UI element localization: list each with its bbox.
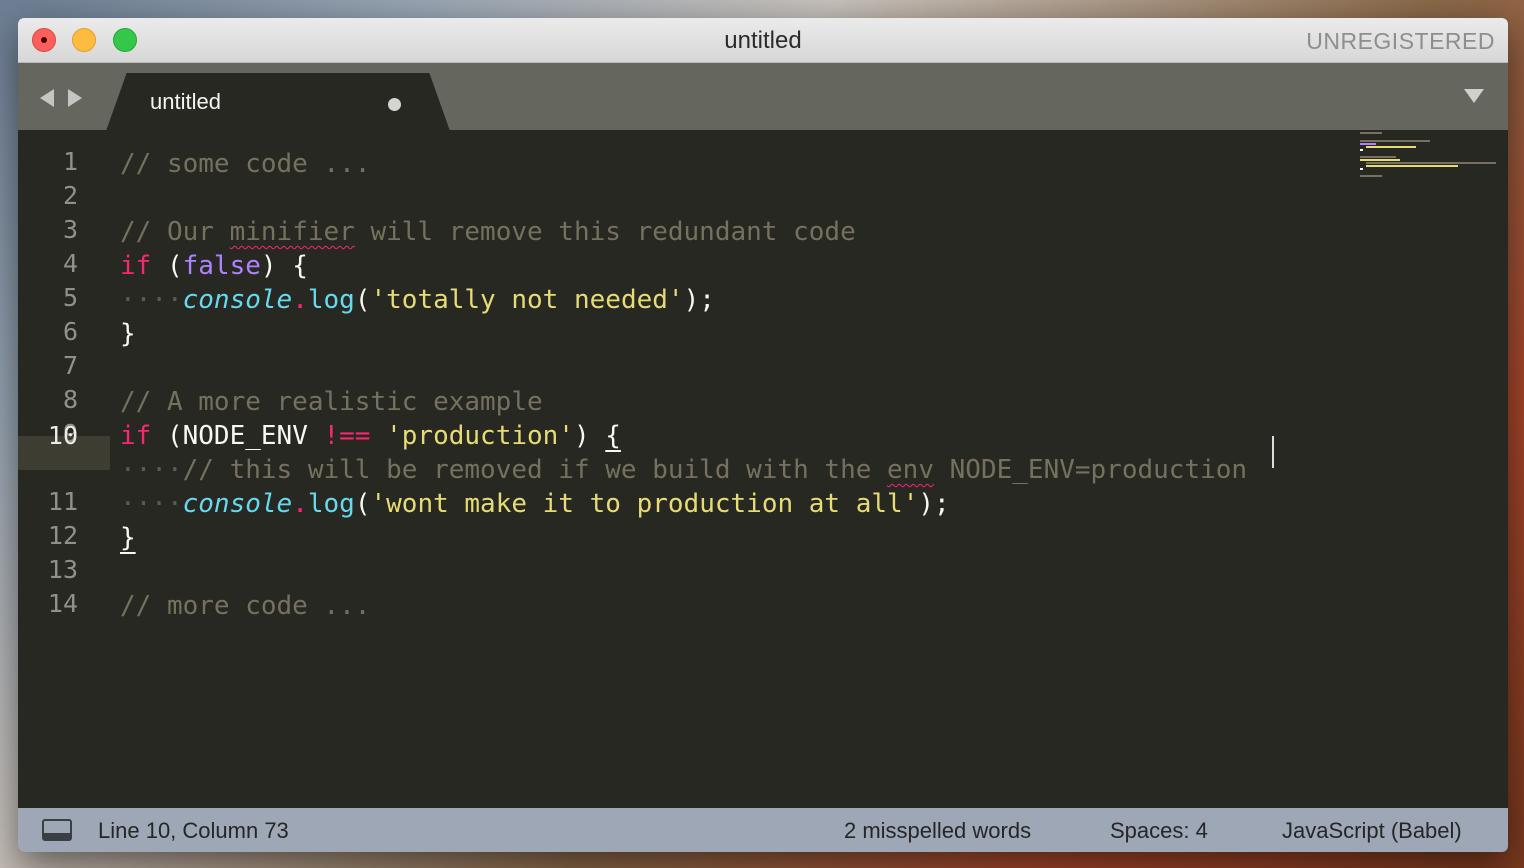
registration-status[interactable]: UNREGISTERED (1306, 28, 1495, 55)
punctuation: ( (151, 251, 183, 281)
punctuation: } (120, 319, 136, 349)
line-number-active: 10 (47, 421, 78, 450)
code-line-9: if (NODE_ENV !== 'production') { (120, 419, 621, 453)
comment: // some code ... (120, 149, 371, 179)
tab-label: untitled (150, 89, 221, 114)
code-line-1: // some code ... (120, 147, 370, 181)
line-number: 2 (62, 181, 78, 210)
line-number: 14 (47, 589, 78, 618)
minimap[interactable] (1360, 130, 1500, 200)
window-title: untitled (724, 27, 802, 54)
operator: !== (323, 421, 371, 451)
minimap-line (1366, 146, 1416, 148)
comment: NODE_ENV=production (934, 455, 1248, 485)
indent-whitespace: ···· (120, 285, 183, 315)
unsaved-dot-icon[interactable] (388, 98, 401, 111)
minimap-line (1366, 162, 1496, 164)
line-number: 11 (47, 487, 78, 516)
forward-arrow-icon[interactable] (68, 89, 82, 107)
tab-bar: untitled (18, 63, 1508, 131)
keyword: if (120, 251, 152, 281)
line-number: 13 (47, 555, 78, 584)
minimap-line (1360, 132, 1382, 134)
comment: will remove this redundant code (354, 217, 856, 247)
panel-toggle-icon[interactable] (42, 819, 72, 841)
indentation-setting[interactable]: Spaces: 4 (1110, 818, 1208, 844)
minimap-line (1366, 165, 1458, 167)
minimap-line (1360, 175, 1382, 177)
code-line-12: } (120, 521, 136, 555)
punctuation: ); (683, 285, 715, 315)
comment: // A more realistic example (120, 387, 543, 417)
punctuation: ) (573, 421, 606, 451)
spelling-status[interactable]: 2 misspelled words (844, 818, 1031, 844)
minimap-line (1360, 159, 1400, 161)
string: 'totally not needed' (370, 285, 684, 315)
code-line-4: if (false) { (120, 249, 308, 283)
code-line-10: ····// this will be removed if we build … (120, 453, 1247, 487)
punctuation: ( (354, 285, 371, 315)
line-number: 8 (62, 385, 78, 414)
code-content[interactable]: // some code ... // Our minifier will re… (120, 130, 1247, 820)
line-number: 5 (62, 283, 78, 312)
string: 'wont make it to production at all' (370, 489, 919, 519)
comment: // this will be removed if we build with… (182, 455, 888, 485)
matched-brace: } (120, 523, 136, 553)
minimap-line (1360, 140, 1430, 142)
syntax-selector[interactable]: JavaScript (Babel) (1282, 818, 1462, 844)
punctuation: ) { (260, 251, 308, 281)
tab-untitled[interactable]: untitled (106, 73, 450, 131)
minimap-line (1360, 156, 1396, 158)
operator: . (292, 285, 308, 315)
code-line-3: // Our minifier will remove this redunda… (120, 215, 856, 249)
line-number-gutter[interactable]: 1 2 3 4 5 6 7 8 9 10 11 12 13 14 (18, 130, 110, 808)
misspelled-word[interactable]: env (887, 455, 934, 485)
string: 'production' (386, 421, 574, 451)
minimap-line (1360, 149, 1363, 151)
code-line-5: ····console.log('totally not needed'); (120, 283, 715, 317)
tab-list-dropdown-icon[interactable] (1464, 89, 1484, 103)
code-line-11: ····console.log('wont make it to product… (120, 487, 950, 521)
keyword: if (120, 421, 152, 451)
punctuation: ( (354, 489, 371, 519)
method: log (307, 285, 355, 315)
minimap-line (1360, 143, 1376, 145)
operator: . (292, 489, 308, 519)
matched-brace: { (605, 421, 621, 451)
line-number: 3 (62, 215, 78, 244)
code-line-14: // more code ... (120, 589, 370, 623)
line-number: 12 (47, 521, 78, 550)
line-number: 6 (62, 317, 78, 346)
minimap-line (1360, 168, 1363, 170)
misspelled-word[interactable]: minifier (230, 217, 355, 247)
comment: // Our (120, 217, 230, 247)
back-arrow-icon[interactable] (40, 89, 54, 107)
cursor-position[interactable]: Line 10, Column 73 (98, 818, 289, 844)
code-editor[interactable]: 1 2 3 4 5 6 7 8 9 10 11 12 13 14 // some… (18, 130, 1508, 808)
object: console (182, 285, 293, 315)
line-number: 4 (62, 249, 78, 278)
method: log (307, 489, 355, 519)
line-number: 7 (62, 351, 78, 380)
title-bar[interactable]: untitled UNREGISTERED (18, 18, 1508, 63)
code-line-8: // A more realistic example (120, 385, 543, 419)
indent-whitespace: ···· (120, 489, 183, 519)
comment: // more code ... (120, 591, 371, 621)
status-bar: Line 10, Column 73 2 misspelled words Sp… (18, 808, 1508, 852)
text-cursor (1272, 436, 1274, 468)
code-line-6: } (120, 317, 136, 351)
object: console (182, 489, 293, 519)
indent-whitespace: ···· (120, 455, 183, 485)
punctuation: ); (918, 489, 950, 519)
editor-window: untitled UNREGISTERED untitled 1 2 3 4 5… (18, 18, 1508, 852)
boolean: false (182, 251, 261, 281)
line-number: 1 (62, 147, 78, 176)
identifier: (NODE_ENV (151, 421, 324, 451)
